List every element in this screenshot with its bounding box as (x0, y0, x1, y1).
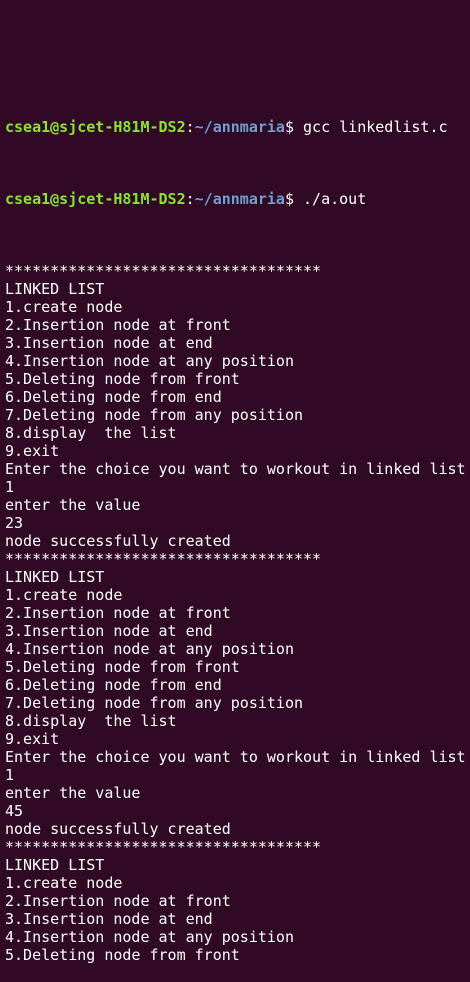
command-text: gcc linkedlist.c (294, 118, 448, 136)
output-line: enter the value (5, 496, 141, 514)
output-line: *********************************** (5, 262, 322, 280)
command-text: ./a.out (294, 190, 367, 208)
output-line: LINKED LIST (5, 856, 105, 874)
output-line: 4.Insertion node at any position (5, 928, 294, 946)
output-line: 2.Insertion node at front (5, 604, 231, 622)
prompt-user-host: csea1@sjcet-H81M-DS2 (5, 190, 186, 208)
output-line: 8.display the list (5, 424, 177, 442)
output-line: 23 (5, 514, 24, 532)
output-line: 45 (5, 802, 24, 820)
prompt-path: ~/annmaria (194, 118, 285, 136)
output-line: Enter the choice you want to workout in … (5, 460, 466, 478)
output-line: node successfully created (5, 532, 231, 550)
output-line: 9.exit (5, 442, 60, 460)
output-line: 7.Deleting node from any position (5, 694, 304, 712)
output-line: 6.Deleting node from end (5, 676, 222, 694)
command-line: csea1@sjcet-H81M-DS2:~/annmaria$ gcc lin… (5, 118, 448, 136)
output-line: 1.create node (5, 298, 123, 316)
output-line: 9.exit (5, 730, 60, 748)
output-line: 6.Deleting node from end (5, 388, 222, 406)
output-line: 7.Deleting node from any position (5, 406, 304, 424)
output-line: 8.display the list (5, 712, 177, 730)
output-line: LINKED LIST (5, 568, 105, 586)
output-line: 3.Insertion node at end (5, 910, 213, 928)
output-line: Enter the choice you want to workout in … (5, 748, 466, 766)
output-line: 5.Deleting node from front (5, 370, 240, 388)
output-line: 1.create node (5, 874, 123, 892)
output-line: 2.Insertion node at front (5, 892, 231, 910)
terminal-line-cutoff (5, 46, 470, 64)
output-line: enter the value (5, 784, 141, 802)
output-line: 1.create node (5, 586, 123, 604)
output-line: 5.Deleting node from front (5, 658, 240, 676)
terminal-window[interactable]: csea1@sjcet-H81M-DS2:~/annmaria$ gcc lin… (5, 0, 470, 982)
output-line: *********************************** (5, 838, 322, 856)
output-line: 1 (5, 478, 15, 496)
output-line: LINKED LIST (5, 280, 105, 298)
command-line: csea1@sjcet-H81M-DS2:~/annmaria$ ./a.out (5, 190, 367, 208)
prompt-path: ~/annmaria (194, 190, 285, 208)
prompt-symbol: $ (284, 190, 294, 208)
output-line: node successfully created (5, 820, 231, 838)
output-line: 1 (5, 766, 15, 784)
output-line: *********************************** (5, 550, 322, 568)
output-line: 2.Insertion node at front (5, 316, 231, 334)
prompt-user-host: csea1@sjcet-H81M-DS2 (5, 118, 186, 136)
terminal-output: *********************************** LINKE… (5, 262, 470, 964)
output-line: 5.Deleting node from front (5, 946, 240, 964)
output-line: 4.Insertion node at any position (5, 352, 294, 370)
prompt-symbol: $ (284, 118, 294, 136)
output-line: 4.Insertion node at any position (5, 640, 294, 658)
output-line: 3.Insertion node at end (5, 622, 213, 640)
output-line: 3.Insertion node at end (5, 334, 213, 352)
